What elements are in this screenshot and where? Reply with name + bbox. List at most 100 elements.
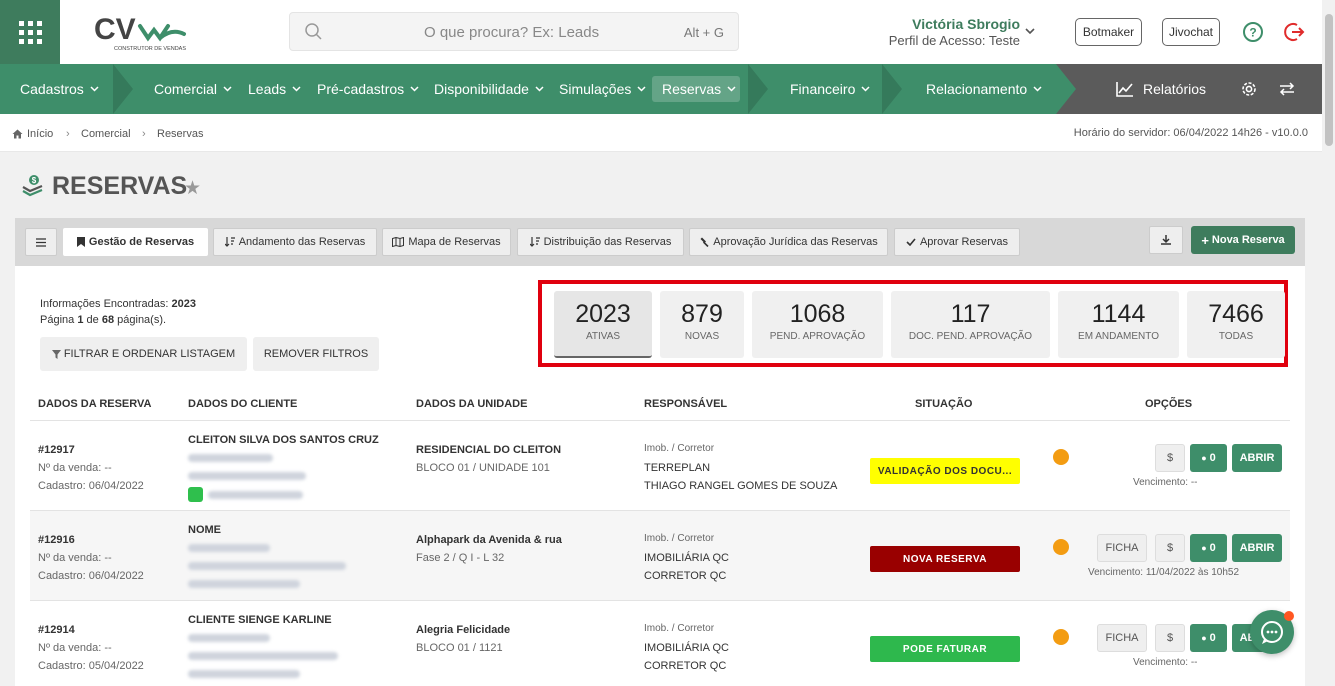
status-dot [1053, 449, 1069, 465]
chevron-down-icon [1033, 86, 1042, 92]
status-dot [1053, 539, 1069, 555]
ficha-button[interactable]: FICHA [1097, 624, 1147, 652]
download-icon [1161, 235, 1171, 245]
logo[interactable]: CV CONSTRUTOR DE VENDAS [92, 12, 192, 54]
gear-icon [1242, 82, 1256, 96]
botmaker-button[interactable]: Botmaker [1075, 18, 1142, 46]
reservation-id[interactable]: #12914 [38, 624, 75, 636]
breadcrumb-comercial[interactable]: Comercial [81, 128, 131, 140]
stat-doc-pend-aprovacao[interactable]: 117 DOC. PEND. APROVAÇÃO [891, 291, 1050, 358]
nav-reservas[interactable]: Reservas [662, 64, 736, 114]
due-date: Vencimento: -- [1133, 477, 1198, 488]
scrollbar-thumb[interactable] [1325, 14, 1333, 146]
ficha-button[interactable]: FICHA [1097, 534, 1147, 562]
svg-text:$: $ [32, 176, 37, 185]
settings-button[interactable] [1240, 64, 1258, 114]
client-name: CLIENTE SIENGE KARLINE [188, 614, 332, 626]
messages-button[interactable]: ● 0 [1190, 534, 1227, 562]
header-opcoes: OPÇÕES [1145, 398, 1193, 410]
header-cliente: DADOS DO CLIENTE [188, 398, 298, 410]
created-date: Cadastro: 06/04/2022 [38, 480, 144, 492]
breadcrumb-separator: › [142, 128, 146, 140]
user-info[interactable]: Victória Sbrogio Perfil de Acesso: Teste [860, 16, 1020, 48]
result-info: Informações Encontradas: 2023 Página 1 d… [40, 298, 196, 326]
table-row: #12914 Nº da venda: -- Cadastro: 05/04/2… [30, 600, 1290, 686]
menu-toggle-button[interactable] [25, 228, 57, 256]
top-bar: CV CONSTRUTOR DE VENDAS O que procura? E… [0, 0, 1322, 64]
page-title: RESERVAS [52, 172, 188, 200]
financial-button[interactable]: $ [1155, 624, 1185, 652]
new-reservation-button[interactable]: + Nova Reserva [1191, 226, 1295, 254]
client-phone2-redacted [188, 670, 300, 678]
responsible-agency: IMOBILIÁRIA QC [644, 552, 729, 564]
jivochat-button[interactable]: Jivochat [1162, 18, 1220, 46]
breadcrumb-home[interactable]: Início [27, 128, 53, 140]
tab-andamento[interactable]: Andamento das Reservas [213, 228, 377, 256]
favorite-star-icon[interactable]: ★ [184, 177, 201, 200]
tab-distribuicao[interactable]: Distribuição das Reservas [517, 228, 684, 256]
nav-divider [882, 64, 902, 114]
sale-number: Nº da venda: -- [38, 552, 112, 564]
header-unidade: DADOS DA UNIDADE [416, 398, 528, 410]
switch-button[interactable] [1278, 64, 1296, 114]
stat-todas[interactable]: 7466 TODAS [1187, 291, 1285, 358]
logout-icon[interactable] [1284, 21, 1306, 43]
stat-em-andamento[interactable]: 1144 EM ANDAMENTO [1058, 291, 1179, 358]
client-whatsapp-redacted [208, 491, 303, 499]
map-icon [392, 237, 405, 247]
tab-bar: Gestão de Reservas Andamento das Reserva… [15, 218, 1305, 266]
sale-number: Nº da venda: -- [38, 462, 112, 474]
nav-leads[interactable]: Leads [248, 64, 301, 114]
whatsapp-icon[interactable] [188, 487, 203, 502]
open-button[interactable]: ABRIR [1232, 534, 1282, 562]
due-date: Vencimento: -- [1133, 657, 1198, 668]
tab-gestao[interactable]: Gestão de Reservas [63, 228, 208, 256]
nav-disponibilidade[interactable]: Disponibilidade [434, 64, 544, 114]
download-button[interactable] [1149, 226, 1183, 254]
chevron-down-icon[interactable] [1024, 26, 1036, 36]
tab-aprovar[interactable]: Aprovar Reservas [894, 228, 1020, 256]
messages-button[interactable]: ● 0 [1190, 444, 1227, 472]
nav-relatorios[interactable]: Relatórios [1116, 64, 1206, 114]
open-button[interactable]: ABRIR [1232, 444, 1282, 472]
due-date: Vencimento: 11/04/2022 às 10h52 [1088, 567, 1240, 578]
sort-icon [529, 237, 540, 247]
financial-button[interactable]: $ [1155, 444, 1185, 472]
comments-icon: ● [1201, 453, 1207, 463]
filter-sort-button[interactable]: FILTRAR E ORDENAR LISTAGEM [40, 337, 247, 371]
svg-text:?: ? [1249, 26, 1256, 40]
client-name: NOME [188, 524, 221, 536]
reservation-id[interactable]: #12916 [38, 534, 75, 546]
remove-filters-button[interactable]: REMOVER FILTROS [253, 337, 379, 371]
chevron-down-icon [535, 86, 544, 92]
chevron-down-icon [292, 86, 301, 92]
unit-name: Alphapark da Avenida & rua [416, 534, 562, 546]
nav-relacionamento[interactable]: Relacionamento [926, 64, 1042, 114]
money-hand-icon: $ [22, 175, 43, 197]
apps-menu-button[interactable] [0, 0, 60, 64]
nav-simulacoes[interactable]: Simulações [559, 64, 646, 114]
plus-icon: + [1201, 232, 1209, 248]
grid-icon [18, 20, 42, 44]
financial-button[interactable]: $ [1155, 534, 1185, 562]
tab-mapa[interactable]: Mapa de Reservas [382, 228, 511, 256]
unit-detail: BLOCO 01 / 1121 [416, 642, 503, 654]
stat-ativas[interactable]: 2023 ATIVAS [554, 291, 652, 358]
comments-icon: ● [1201, 633, 1207, 643]
status-badge: VALIDAÇÃO DOS DOCU... [870, 458, 1020, 484]
unit-name: RESIDENCIAL DO CLEITON [416, 444, 562, 456]
nav-cadastros[interactable]: Cadastros [20, 64, 99, 114]
search-shortcut: Alt + G [683, 25, 724, 40]
tab-aprovacao-juridica[interactable]: Aprovação Jurídica das Reservas [689, 228, 888, 256]
stat-novas[interactable]: 879 NOVAS [660, 291, 744, 358]
reservation-id[interactable]: #12917 [38, 444, 75, 456]
messages-button[interactable]: ● 0 [1190, 624, 1227, 652]
nav-pre-cadastros[interactable]: Pré-cadastros [317, 64, 419, 114]
client-name: CLEITON SILVA DOS SANTOS CRUZ [188, 434, 379, 446]
hamburger-icon [36, 237, 46, 247]
help-icon[interactable]: ? [1242, 21, 1264, 43]
stat-pend-aprovacao[interactable]: 1068 PEND. APROVAÇÃO [752, 291, 883, 358]
search-input[interactable]: O que procura? Ex: Leads Alt + G [289, 12, 739, 51]
nav-comercial[interactable]: Comercial [154, 64, 232, 114]
nav-financeiro[interactable]: Financeiro [790, 64, 870, 114]
